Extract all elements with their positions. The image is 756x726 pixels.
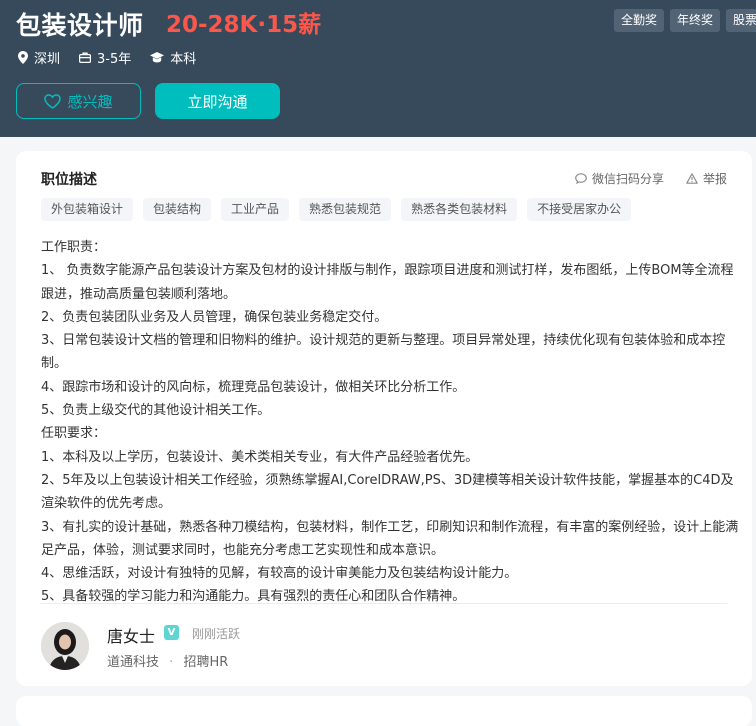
section-title: 职位描述	[41, 172, 97, 188]
heart-icon	[44, 93, 62, 109]
description-line: 任职要求：	[41, 426, 107, 442]
welfare-tag: 年终奖	[670, 9, 721, 32]
description-line: 2、负责包装团队业务及人员管理，确保包装业务稳定交付。	[41, 309, 388, 325]
graduation-cap-icon	[150, 51, 165, 62]
recruiter-role: 招聘HR	[183, 655, 229, 670]
wechat-icon	[575, 173, 587, 184]
skill-tag: 外包装箱设计	[41, 198, 134, 221]
job-header: 包装设计师 20-28K·15薪 全勤奖 年终奖 股票 深圳 3-5年 本科 感…	[0, 0, 756, 137]
recruiter-avatar[interactable]	[41, 622, 89, 670]
company-name: 道通科技	[107, 655, 160, 670]
recruiter-name: 唐女士	[107, 627, 156, 646]
job-meta: 深圳 3-5年 本科	[18, 48, 215, 67]
wechat-share-link[interactable]: 微信扫码分享	[575, 170, 664, 187]
recruiter-status: 刚刚活跃	[192, 627, 241, 641]
job-title: 包装设计师	[16, 11, 144, 40]
skill-tag: 熟悉包装规范	[299, 198, 392, 221]
description-line: 5、负责上级交代的其他设计相关工作。	[41, 403, 271, 419]
next-section-card	[16, 696, 752, 726]
description-line: 4、跟踪市场和设计的风向标，梳理竞品包装设计，做相关环比分析工作。	[41, 379, 466, 395]
job-description-card: 职位描述 微信扫码分享 举报 外包装箱设计 包装结构 工业产品 熟悉包装规范 熟…	[16, 151, 752, 686]
recruiter-company: 道通科技 · 招聘HR	[107, 651, 228, 670]
skill-tag: 熟悉各类包装材料	[401, 198, 518, 221]
report-label: 举报	[703, 172, 728, 186]
job-description-text: 工作职责： 1、 负责数字能源产品包装设计方案及包材的设计排版与制作，跟踪项目进…	[41, 236, 741, 609]
description-line: 3、有扎实的设计基础，熟悉各种刀模结构，包装材料，制作工艺，印刷知识和制作流程，…	[41, 519, 739, 558]
interest-label: 感兴趣	[67, 92, 113, 111]
city-text: 深圳	[34, 51, 61, 67]
meta-experience: 3-5年	[79, 48, 131, 67]
welfare-tags: 全勤奖 年终奖 股票	[614, 9, 756, 32]
meta-degree: 本科	[150, 48, 196, 67]
report-link[interactable]: 举报	[686, 170, 727, 187]
interest-button[interactable]: 感兴趣	[16, 83, 141, 119]
description-line: 1、 负责数字能源产品包装设计方案及包材的设计排版与制作，跟踪项目进度和测试打样…	[41, 263, 734, 302]
warning-icon	[686, 173, 698, 184]
description-line: 1、本科及以上学历，包装设计、美术类相关专业，有大件产品经验者优先。	[41, 449, 479, 465]
welfare-tag: 全勤奖	[614, 9, 665, 32]
description-line: 3、日常包装设计文档的管理和旧物料的维护。设计规范的更新与整理。项目异常处理，持…	[41, 333, 726, 372]
meta-city: 深圳	[18, 48, 60, 67]
experience-text: 3-5年	[97, 51, 132, 67]
skill-tags: 外包装箱设计 包装结构 工业产品 熟悉包装规范 熟悉各类包装材料 不接受居家办公	[41, 198, 632, 221]
separator: ·	[169, 655, 174, 670]
degree-text: 本科	[170, 51, 197, 67]
description-line: 4、思维活跃，对设计有独特的见解，有较高的设计审美能力及包装结构设计能力。	[41, 566, 518, 582]
share-label: 微信扫码分享	[592, 172, 665, 186]
description-line: 2、5年及以上包装设计相关工作经验，须熟练掌握AI,CorelDRAW,PS、3…	[41, 472, 734, 512]
skill-tag: 工业产品	[221, 198, 290, 221]
skill-tag: 包装结构	[143, 198, 212, 221]
verified-badge: V	[164, 625, 179, 640]
briefcase-icon	[79, 52, 92, 63]
chat-now-button[interactable]: 立即沟通	[155, 83, 280, 119]
divider	[41, 603, 727, 604]
avatar-image	[41, 622, 89, 670]
salary: 20-28K·15薪	[166, 12, 322, 38]
skill-tag: 不接受居家办公	[527, 198, 632, 221]
location-icon	[18, 50, 28, 64]
description-line: 工作职责：	[41, 240, 107, 255]
welfare-tag: 股票	[726, 9, 756, 32]
description-line: 5、具备较强的学习能力和沟通能力。具有强烈的责任心和团队合作精神。	[41, 589, 466, 605]
